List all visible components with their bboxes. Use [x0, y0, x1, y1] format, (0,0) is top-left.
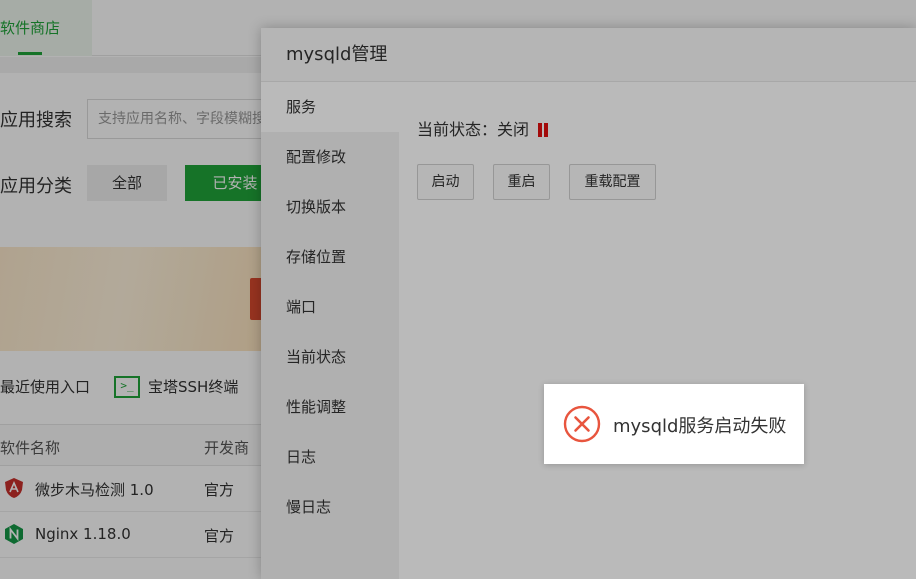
- error-circle-icon: [563, 405, 601, 443]
- error-toast: mysqld服务启动失败: [544, 384, 804, 464]
- toast-message: mysqld服务启动失败: [613, 416, 787, 437]
- dialog-loading-mask: [261, 28, 916, 579]
